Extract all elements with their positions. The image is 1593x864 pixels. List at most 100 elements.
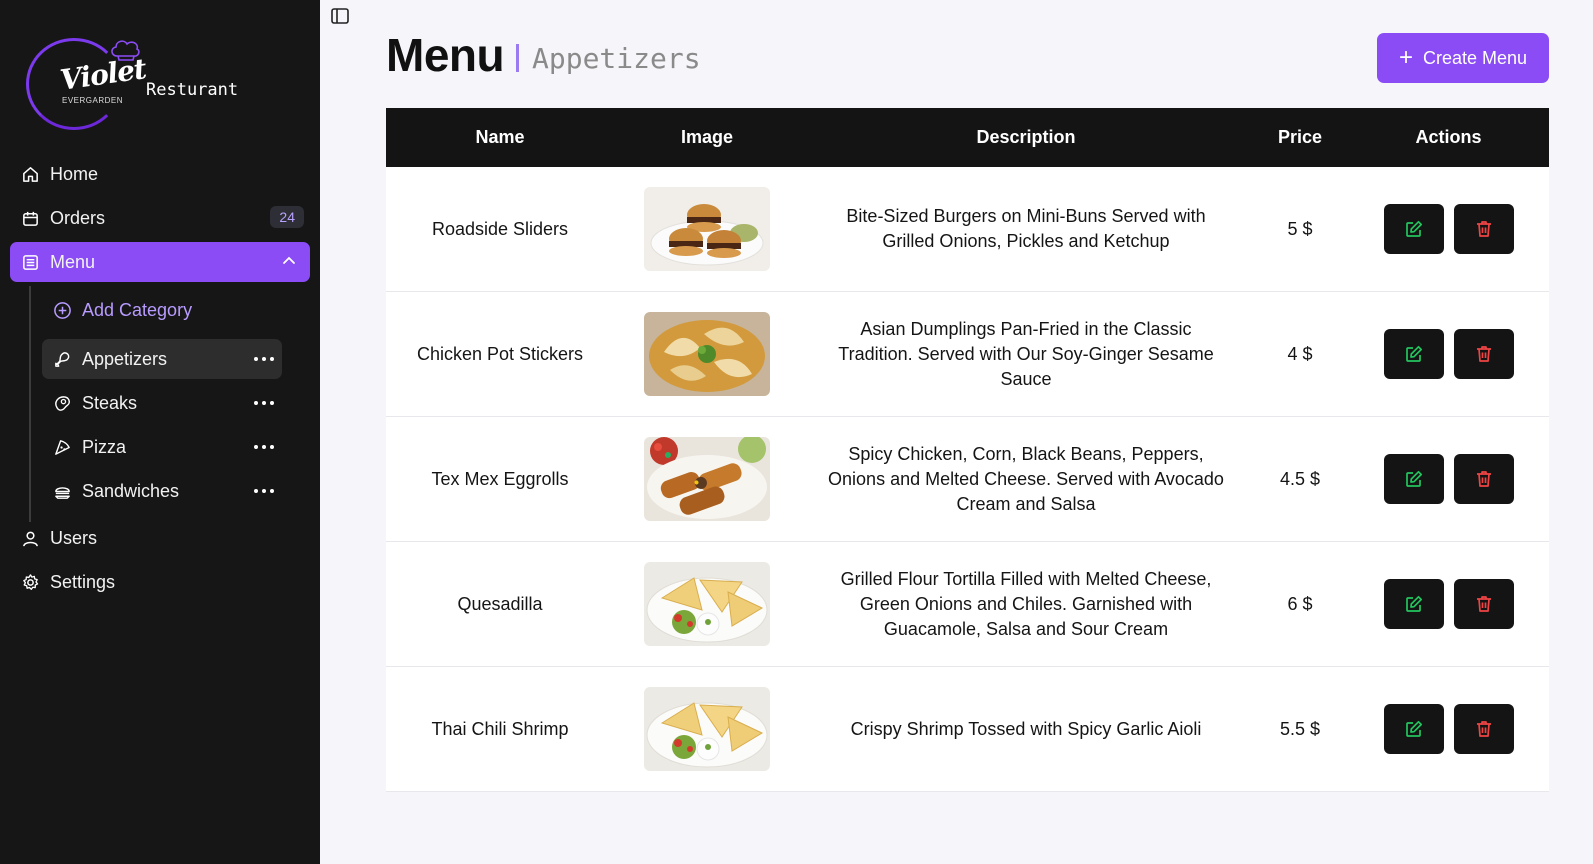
item-name: Chicken Pot Stickers xyxy=(416,343,584,364)
column-header-description: Description xyxy=(976,127,1076,147)
home-icon xyxy=(20,164,40,184)
sidebar-item-label: Orders xyxy=(50,207,106,228)
submenu-guide-line xyxy=(29,286,31,522)
delete-button[interactable] xyxy=(1453,579,1514,629)
quesadilla-photo xyxy=(644,687,770,771)
sidebar-item-orders[interactable]: Orders 24 xyxy=(10,198,310,238)
sidebar-item-label: Pizza xyxy=(82,436,127,457)
trash-icon xyxy=(1476,596,1491,612)
item-price: 6 $ xyxy=(1287,593,1313,614)
edit-icon xyxy=(1405,345,1422,362)
delete-button[interactable] xyxy=(1453,704,1514,754)
add-category-button[interactable]: Add Category xyxy=(42,290,282,330)
more-options-icon[interactable] xyxy=(254,395,274,411)
potstickers-photo xyxy=(644,312,770,396)
sidebar-item-users[interactable]: Users xyxy=(10,518,310,558)
delete-button[interactable] xyxy=(1453,329,1514,379)
table-row: Roadside Sliders Bite-Sized Burgers on M… xyxy=(386,167,1549,292)
orders-count-badge: 24 xyxy=(270,206,304,228)
sidebar-item-appetizers[interactable]: Appetizers xyxy=(42,339,282,379)
plus-circle-icon xyxy=(52,300,72,320)
sidebar-item-label: Sandwiches xyxy=(82,480,180,501)
item-name: Quesadilla xyxy=(457,593,543,614)
brand-name: Resturant xyxy=(146,80,239,100)
sidebar-item-label: Users xyxy=(50,527,98,548)
more-options-icon[interactable] xyxy=(254,439,274,455)
delete-button[interactable] xyxy=(1453,204,1514,254)
edit-button[interactable] xyxy=(1383,204,1444,254)
sidebar-item-pizza[interactable]: Pizza xyxy=(42,427,282,467)
edit-icon xyxy=(1405,720,1422,737)
sidebar-item-settings[interactable]: Settings xyxy=(10,562,310,602)
logo-subtitle: EVERGARDEN xyxy=(62,96,124,105)
table-row: Tex Mex Eggrolls Spicy Chicken, Corn, Bl… xyxy=(386,417,1549,542)
create-menu-label: Create Menu xyxy=(1422,47,1528,68)
item-description: Spicy Chicken, Corn, Black Beans, Pepper… xyxy=(828,443,1224,514)
sliders-photo xyxy=(644,187,770,271)
brand-logo[interactable]: Violet EVERGARDEN Resturant xyxy=(24,34,324,134)
create-menu-button[interactable]: + Create Menu xyxy=(1377,33,1549,83)
column-header-image: Image xyxy=(680,127,734,147)
pizza-icon xyxy=(52,437,72,457)
sidebar-item-menu[interactable]: Menu xyxy=(10,242,310,282)
page-title: Menu xyxy=(386,29,505,81)
table-row: Quesadilla Grilled Flour Tortilla Filled… xyxy=(386,542,1549,667)
column-header-actions: Actions xyxy=(1415,127,1482,147)
gear-icon xyxy=(20,572,40,592)
item-description: Crispy Shrimp Tossed with Spicy Garlic A… xyxy=(850,718,1202,739)
sidebar-item-sandwiches[interactable]: Sandwiches xyxy=(42,471,282,511)
page-subtitle: Appetizers xyxy=(532,42,701,75)
trash-icon xyxy=(1476,721,1491,737)
drumstick-icon xyxy=(52,349,72,369)
user-icon xyxy=(20,528,40,548)
sidebar-item-label: Appetizers xyxy=(82,348,168,369)
sidebar: Violet EVERGARDEN Resturant Home Orders … xyxy=(0,0,320,864)
plus-icon: + xyxy=(1398,44,1413,71)
item-price: 5 $ xyxy=(1287,218,1313,239)
column-header-name: Name xyxy=(475,127,525,147)
menu-table: Name Image Description Price Actions Roa… xyxy=(386,108,1549,792)
table-row: Thai Chili Shrimp Crispy Shrimp Tossed w… xyxy=(386,667,1549,792)
edit-icon xyxy=(1405,595,1422,612)
quesadilla-photo xyxy=(644,562,770,646)
item-name: Roadside Sliders xyxy=(431,218,569,239)
table-row: Chicken Pot Stickers Asian Dumplings Pan… xyxy=(386,292,1549,417)
item-name: Tex Mex Eggrolls xyxy=(431,468,569,489)
chevron-up-icon[interactable] xyxy=(280,252,298,270)
edit-button[interactable] xyxy=(1383,579,1444,629)
delete-button[interactable] xyxy=(1453,454,1514,504)
trash-icon xyxy=(1476,221,1491,237)
column-header-price: Price xyxy=(1277,127,1323,147)
list-icon xyxy=(20,252,40,272)
more-options-icon[interactable] xyxy=(254,351,274,367)
item-description: Asian Dumplings Pan-Fried in the Classic… xyxy=(838,318,1214,389)
sidebar-item-label: Menu xyxy=(50,251,96,272)
sandwich-icon xyxy=(52,481,72,501)
item-description: Grilled Flour Tortilla Filled with Melte… xyxy=(840,568,1212,639)
table-header: Name Image Description Price Actions xyxy=(386,108,1549,167)
trash-icon xyxy=(1476,471,1491,487)
item-price: 4.5 $ xyxy=(1279,468,1321,489)
item-name: Thai Chili Shrimp xyxy=(431,718,569,739)
sidebar-item-home[interactable]: Home xyxy=(10,154,310,194)
sidebar-item-label: Steaks xyxy=(82,392,138,413)
trash-icon xyxy=(1476,346,1491,362)
edit-icon xyxy=(1405,220,1422,237)
add-category-label: Add Category xyxy=(82,299,193,320)
sidebar-item-label: Settings xyxy=(50,571,116,592)
item-price: 5.5 $ xyxy=(1279,718,1321,739)
edit-icon xyxy=(1405,470,1422,487)
eggrolls-photo xyxy=(644,437,770,521)
edit-button[interactable] xyxy=(1383,329,1444,379)
edit-button[interactable] xyxy=(1383,704,1444,754)
item-price: 4 $ xyxy=(1287,343,1313,364)
steak-icon xyxy=(52,393,72,413)
sidebar-item-label: Home xyxy=(50,163,99,184)
title-separator xyxy=(516,44,519,72)
more-options-icon[interactable] xyxy=(254,483,274,499)
package-icon xyxy=(20,208,40,228)
item-description: Bite-Sized Burgers on Mini-Buns Served w… xyxy=(846,206,1206,251)
sidebar-item-steaks[interactable]: Steaks xyxy=(42,383,282,423)
edit-button[interactable] xyxy=(1383,454,1444,504)
sidebar-toggle-icon[interactable] xyxy=(330,6,350,26)
